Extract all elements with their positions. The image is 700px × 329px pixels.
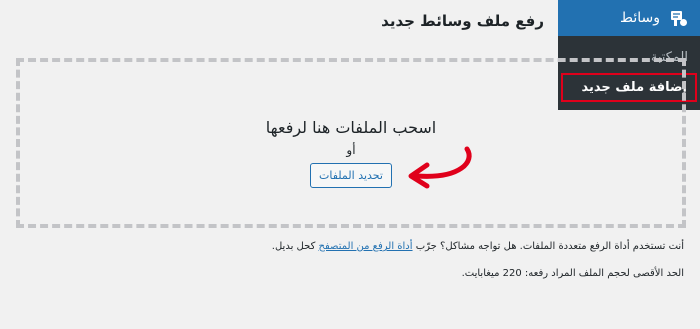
page-title-text: رفع ملف وسائط جديد (381, 12, 544, 30)
info-line1-prefix: أنت تستخدم أداة الرفع متعددة الملفات. هل… (415, 241, 684, 252)
max-upload-size-text: الحد الأقصى لحجم الملف المراد رفعه: 220 … (461, 268, 684, 279)
annotation-arrow-icon (408, 146, 472, 189)
sidebar-menu-media[interactable]: وسائط (558, 0, 700, 36)
uploader-info-line: أنت تستخدم أداة الرفع متعددة الملفات. هل… (272, 241, 684, 252)
drop-zone-content: اسحب الملفات هنا لرفعها أو تحديد الملفات (20, 118, 682, 188)
sidebar-menu-media-label: وسائط (620, 10, 660, 26)
select-files-button[interactable]: تحديد الملفات (310, 163, 392, 188)
info-line1-suffix: كحل بديل. (271, 241, 316, 252)
media-icon (668, 7, 690, 29)
drop-heading: اسحب الملفات هنا لرفعها (265, 118, 437, 137)
upload-drop-zone[interactable]: اسحب الملفات هنا لرفعها أو تحديد الملفات (16, 58, 686, 228)
drop-or-label: أو (346, 143, 356, 157)
browser-uploader-link[interactable]: أداة الرفع من المتصفح (319, 241, 413, 252)
